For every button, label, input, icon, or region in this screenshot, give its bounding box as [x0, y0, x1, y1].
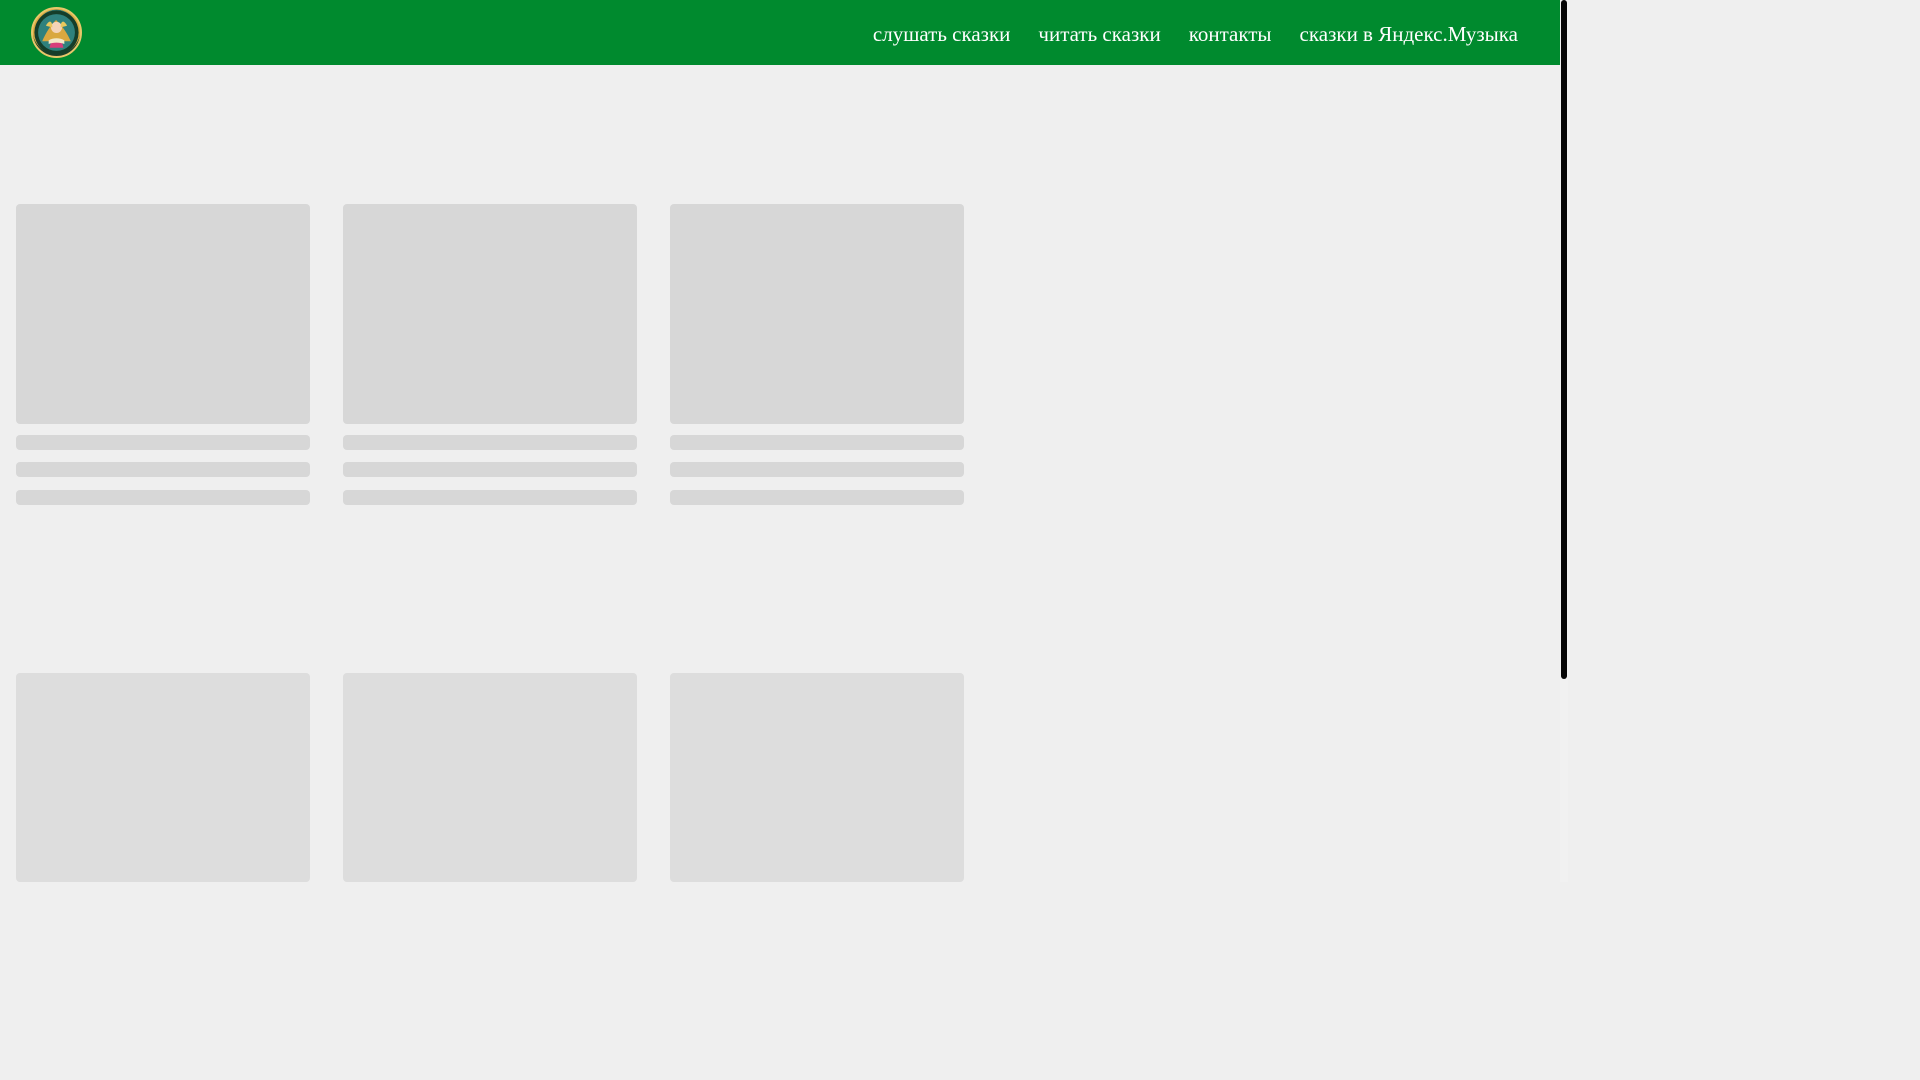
placeholder-card: [343, 204, 637, 506]
text-placeholder-line: [670, 435, 964, 450]
vertical-scrollbar[interactable]: [1560, 0, 1568, 882]
placeholder-card: [670, 673, 964, 882]
image-placeholder: [343, 204, 637, 424]
text-placeholder-line: [16, 462, 310, 477]
image-placeholder: [16, 673, 310, 882]
text-placeholder-line: [343, 462, 637, 477]
text-placeholder-line: [16, 435, 310, 450]
nav-contacts[interactable]: контакты: [1189, 19, 1272, 49]
nav-yandex-music-tales[interactable]: сказки в Яндекс.Музыка: [1300, 19, 1518, 49]
web-page: слушать сказки читать сказки контакты ск…: [0, 0, 1568, 882]
nav-read-tales[interactable]: читать сказки: [1038, 19, 1160, 49]
site-header: слушать сказки читать сказки контакты ск…: [0, 0, 1560, 65]
placeholder-card: [343, 673, 637, 882]
text-placeholder-line: [343, 490, 637, 505]
scrollbar-thumb[interactable]: [1561, 0, 1567, 679]
image-placeholder: [670, 204, 964, 424]
main-navigation: слушать сказки читать сказки контакты ск…: [873, 18, 1518, 50]
text-placeholder-line: [670, 490, 964, 505]
image-placeholder: [670, 673, 964, 882]
text-placeholder-line: [343, 435, 637, 450]
text-placeholder-line: [16, 490, 310, 505]
placeholder-card: [16, 204, 310, 506]
nav-listen-tales[interactable]: слушать сказки: [873, 19, 1011, 49]
placeholder-card-row: [16, 204, 964, 506]
image-placeholder: [343, 673, 637, 882]
placeholder-card-row: [16, 673, 964, 882]
text-placeholder-line: [670, 462, 964, 477]
image-placeholder: [16, 204, 310, 424]
placeholder-card: [16, 673, 310, 882]
logo-emblem-icon: [34, 10, 79, 55]
storybook-logo-icon[interactable]: [31, 7, 82, 58]
placeholder-card: [670, 204, 964, 506]
